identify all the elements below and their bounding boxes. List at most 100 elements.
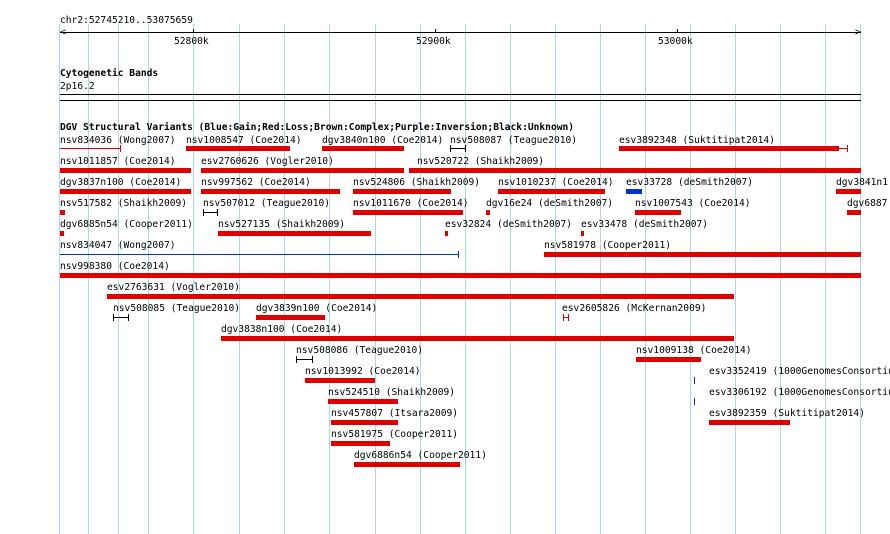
variant-bar[interactable] xyxy=(331,420,398,425)
variant-bar-tail xyxy=(839,148,847,149)
variant-end-tick xyxy=(120,145,121,152)
variant-label: esv33478 (deSmith2007) xyxy=(581,219,709,230)
variant-label: nsv1010237 (Coe2014) xyxy=(498,177,614,188)
variant-bar[interactable] xyxy=(635,210,681,215)
variant-bar[interactable] xyxy=(60,273,861,278)
variant-bar[interactable] xyxy=(60,148,120,149)
variant-label: esv3306192 (1000GenomesConsortium xyxy=(709,387,890,398)
variant-label: nsv524806 (Shaikh2009) xyxy=(353,177,481,188)
variant-bar[interactable] xyxy=(498,189,605,194)
variant-bar[interactable] xyxy=(107,294,734,299)
variant-bar[interactable] xyxy=(60,189,191,194)
ruler-line xyxy=(60,32,861,33)
variant-label: esv33728 (deSmith2007) xyxy=(626,177,754,188)
variant-bar[interactable] xyxy=(201,189,340,194)
variant-end-tick xyxy=(465,145,466,152)
variant-label: esv3352419 (1000GenomesConsortium xyxy=(709,366,890,377)
ruler-label: 52800k xyxy=(174,36,209,47)
variant-label: nsv1011857 (Coe2014) xyxy=(60,156,176,167)
variant-label: esv2760626 (Vogler2010) xyxy=(201,156,334,167)
variant-bar[interactable] xyxy=(113,317,129,318)
variant-end-tick xyxy=(568,314,569,321)
variant-end-tick xyxy=(450,145,451,152)
variant-label: dgv3838n100 (Coe2014) xyxy=(221,324,343,335)
variant-bar[interactable] xyxy=(353,210,463,215)
variant-label: nsv508086 (Teague2010) xyxy=(296,345,424,356)
genome-browser-page: { "header": { "position": "chr2:52745210… xyxy=(0,0,890,534)
variant-bar[interactable] xyxy=(60,168,191,173)
variant-end-tick xyxy=(296,356,297,363)
variant-bar[interactable] xyxy=(409,168,861,173)
cytoband-line-top xyxy=(60,94,861,95)
variant-bar[interactable] xyxy=(296,359,313,360)
variant-bar[interactable] xyxy=(218,231,371,236)
variant-bar[interactable] xyxy=(626,189,642,194)
variant-end-tick xyxy=(847,145,848,152)
variant-label: nsv1007543 (Coe2014) xyxy=(635,198,751,209)
variant-bar[interactable] xyxy=(305,378,375,383)
variant-end-tick xyxy=(113,314,114,321)
variant-end-tick xyxy=(458,251,459,258)
variant-label: nsv508087 (Teague2010) xyxy=(450,135,578,146)
variant-bar[interactable] xyxy=(328,399,398,404)
variant-bar[interactable] xyxy=(836,189,861,194)
variant-bar[interactable] xyxy=(354,462,460,467)
variant-bar[interactable] xyxy=(709,420,790,425)
variant-label: esv32824 (deSmith2007) xyxy=(445,219,573,230)
cytoband-label: 2p16.2 xyxy=(60,81,95,92)
variant-bar[interactable] xyxy=(60,231,64,236)
ruler-right-arrow: > xyxy=(855,27,862,38)
variant-label: nsv998380 (Coe2014) xyxy=(60,261,170,272)
variant-bar[interactable] xyxy=(186,146,290,151)
variant-bar[interactable] xyxy=(322,146,404,151)
variant-bar[interactable] xyxy=(581,231,584,236)
variant-label: nsv1009138 (Coe2014) xyxy=(636,345,752,356)
variant-label: nsv517582 (Shaikh2009) xyxy=(60,198,188,209)
variant-bar[interactable] xyxy=(636,357,701,362)
variant-label: nsv457807 (Itsara2009) xyxy=(331,408,459,419)
variant-end-tick xyxy=(312,356,313,363)
variant-end-tick xyxy=(563,314,564,321)
variant-end-tick xyxy=(203,209,204,216)
variant-label: nsv524510 (Shaikh2009) xyxy=(328,387,456,398)
variant-label: dgv16e24 (deSmith2007) xyxy=(486,198,614,209)
variant-bar[interactable] xyxy=(201,168,404,173)
ruler-tick xyxy=(193,29,194,33)
ruler-left-arrow: < xyxy=(60,27,67,38)
variant-bar[interactable] xyxy=(847,210,861,215)
variant-bar[interactable] xyxy=(694,377,695,384)
cytoband-track-title: Cytogenetic Bands xyxy=(60,68,159,79)
variant-label: nsv834047 (Wong2007) xyxy=(60,240,176,251)
variant-bar[interactable] xyxy=(694,398,695,405)
variant-label: nsv1011670 (Coe2014) xyxy=(353,198,469,209)
variant-bar[interactable] xyxy=(221,336,734,341)
variant-bar[interactable] xyxy=(544,252,861,257)
variant-label: dgv3840n100 (Coe2014) xyxy=(322,135,444,146)
variant-label: dgv6885n54 (Cooper2011) xyxy=(60,219,193,230)
variant-label: nsv507012 (Teague2010) xyxy=(203,198,331,209)
variant-bar[interactable] xyxy=(203,212,218,213)
ruler-tick xyxy=(677,29,678,33)
variant-label: esv2763631 (Vogler2010) xyxy=(107,282,240,293)
variant-bar[interactable] xyxy=(60,210,65,215)
variant-bar[interactable] xyxy=(331,441,390,446)
variant-label: esv3892359 (Suktitipat2014) xyxy=(709,408,865,419)
variant-bar[interactable] xyxy=(450,148,466,149)
cytoband-line-bottom xyxy=(60,100,861,101)
variant-label: esv3892348 (Suktitipat2014) xyxy=(619,135,775,146)
variant-bar[interactable] xyxy=(353,189,451,194)
variant-label: nsv581978 (Cooper2011) xyxy=(544,240,672,251)
variant-label: nsv527135 (Shaikh2009) xyxy=(218,219,346,230)
variant-label: dgv6886n54 (Cooper2011) xyxy=(354,450,487,461)
variant-label: dgv6887 xyxy=(847,198,888,209)
variant-end-tick xyxy=(217,209,218,216)
variant-label: dgv3839n100 (Coe2014) xyxy=(256,303,378,314)
variant-bar[interactable] xyxy=(619,146,839,151)
ruler-tick xyxy=(435,29,436,33)
variant-label: esv2605826 (McKernan2009) xyxy=(562,303,707,314)
variant-bar[interactable] xyxy=(445,231,448,236)
variant-bar[interactable] xyxy=(256,315,325,320)
ruler-label: 52900k xyxy=(416,36,451,47)
variant-bar[interactable] xyxy=(60,254,458,255)
variant-bar[interactable] xyxy=(486,210,490,215)
